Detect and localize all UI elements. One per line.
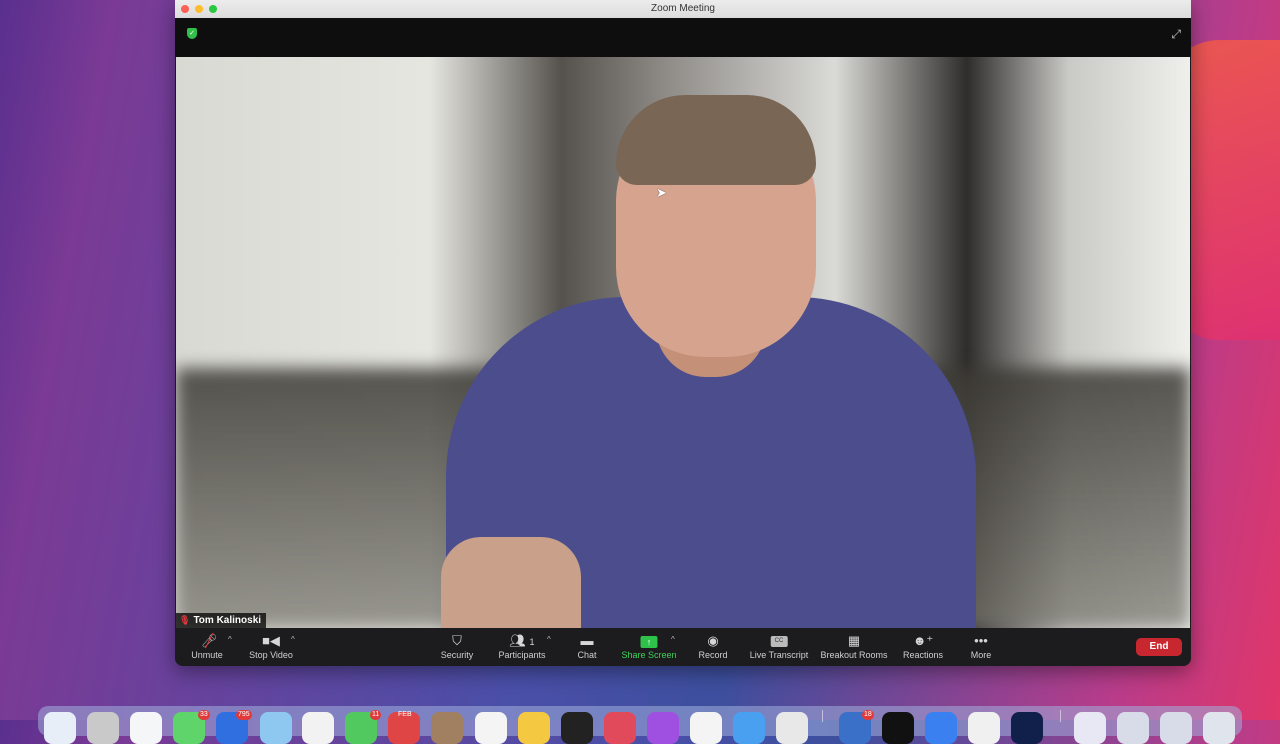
mouse-cursor-icon: ➤ (656, 185, 667, 200)
dock-app-icon[interactable] (968, 712, 1000, 744)
dock-app-icon[interactable] (475, 712, 507, 744)
dock-app-icon[interactable] (1203, 712, 1235, 744)
participant-name: Tom Kalinoski (193, 615, 262, 626)
person-hair (616, 95, 816, 185)
participant-video: ➤ (176, 57, 1190, 628)
dock-app-icon[interactable] (1160, 712, 1192, 744)
stop-video-label: Stop Video (249, 650, 293, 660)
dock-app-icon[interactable] (1011, 712, 1043, 744)
close-button[interactable] (181, 5, 189, 13)
participants-options-caret[interactable]: ^ (547, 635, 551, 644)
maximize-button[interactable] (209, 5, 217, 13)
reactions-label: Reactions (902, 650, 944, 660)
reactions-button[interactable]: ☻⁺ Reactions (903, 632, 943, 660)
cc-glyph: CC (770, 636, 788, 648)
dock-app-icon[interactable] (733, 712, 765, 744)
dock-app-icon[interactable] (518, 712, 550, 744)
dock-app-icon[interactable] (604, 712, 636, 744)
dock-app-icon[interactable] (925, 712, 957, 744)
dock-app-icon[interactable] (561, 712, 593, 744)
dock-badge: 795 (236, 710, 252, 720)
window-controls (181, 5, 217, 13)
ellipsis-icon: ••• (974, 633, 988, 648)
dock-separator (822, 710, 823, 722)
live-transcript-label: Live Transcript (749, 650, 809, 660)
dock-app-icon[interactable] (431, 712, 463, 744)
breakout-rooms-label: Breakout Rooms (820, 650, 888, 660)
video-options-caret[interactable]: ^ (291, 635, 295, 644)
dock-app-icon[interactable] (1117, 712, 1149, 744)
meeting-top-bar: ✓ ⤢ (175, 18, 1191, 57)
person-arm (441, 537, 581, 628)
dock-app-icon[interactable] (690, 712, 722, 744)
participants-count: 1 (529, 637, 535, 647)
chat-bubble-icon: ▬ (580, 633, 594, 648)
grid-icon: ▦ (847, 633, 861, 648)
share-screen-label: Share Screen (621, 650, 677, 660)
video-camera-icon: ■◀ (262, 633, 280, 648)
expand-icon[interactable]: ⤢ (1171, 27, 1181, 42)
participants-label: Participants (498, 650, 546, 660)
dock-app-icon[interactable] (776, 712, 808, 744)
shield-check-icon[interactable]: ✓ (187, 28, 197, 39)
dock-app-icon[interactable] (1074, 712, 1106, 744)
zoom-window: Zoom Meeting ✓ ⤢ ➤ 🎙 Tom Kalinoski 🎤︎╱ Un… (175, 0, 1191, 666)
muted-mic-icon: 🎙 (179, 615, 191, 625)
dock-badge: 33 (198, 710, 210, 720)
dock-app-icon[interactable] (882, 712, 914, 744)
dock-app-icon[interactable] (44, 712, 76, 744)
dock-separator (1060, 710, 1061, 722)
share-arrow-icon: ↑ (621, 632, 676, 649)
audio-options-caret[interactable]: ^ (228, 635, 232, 644)
people-icon: 👥︎ 1 (509, 633, 535, 648)
more-button[interactable]: ••• More (971, 632, 992, 660)
share-screen-button[interactable]: ↑ Share Screen (621, 632, 677, 660)
chat-label: Chat (577, 650, 597, 660)
stop-video-button[interactable]: ■◀ Stop Video (249, 632, 293, 660)
unmute-label: Unmute (191, 650, 223, 660)
more-label: More (970, 650, 992, 660)
live-transcript-button[interactable]: CC Live Transcript (749, 632, 809, 660)
window-title: Zoom Meeting (651, 3, 715, 14)
smiley-plus-icon: ☻⁺ (912, 633, 934, 648)
end-meeting-button[interactable]: End (1136, 638, 1182, 656)
dock-app-icon[interactable] (87, 712, 119, 744)
security-label: Security (440, 650, 474, 660)
dock-app-icon[interactable] (130, 712, 162, 744)
dock-badge: 18 (862, 710, 874, 720)
meeting-toolbar: 🎤︎╱ Unmute ^ ■◀ Stop Video ^ ⛉ Security 👥︎ … (175, 628, 1191, 666)
participant-name-label: 🎙 Tom Kalinoski (176, 613, 267, 628)
breakout-rooms-button[interactable]: ▦ Breakout Rooms (820, 632, 887, 660)
title-bar[interactable]: Zoom Meeting (175, 0, 1191, 18)
participants-button[interactable]: 👥︎ 1 Participants (498, 632, 545, 660)
dock-app-icon[interactable] (260, 712, 292, 744)
calendar-month: FEB (398, 711, 412, 718)
unmute-button[interactable]: 🎤︎╱ Unmute (191, 632, 223, 660)
record-circle-icon: ◉ (707, 633, 719, 648)
closed-caption-icon: CC (750, 632, 809, 649)
share-options-caret[interactable]: ^ (671, 635, 675, 644)
dock-app-icon[interactable] (302, 712, 334, 744)
muted-mic-icon: 🎤︎╱ (200, 633, 218, 648)
minimize-button[interactable] (195, 5, 203, 13)
dock-app-icon[interactable] (647, 712, 679, 744)
chat-button[interactable]: ▬ Chat (577, 632, 596, 660)
shield-icon: ⛉ (452, 633, 462, 648)
record-label: Record (698, 650, 728, 660)
record-button[interactable]: ◉ Record (698, 632, 727, 660)
security-button[interactable]: ⛉ Security (441, 632, 474, 660)
